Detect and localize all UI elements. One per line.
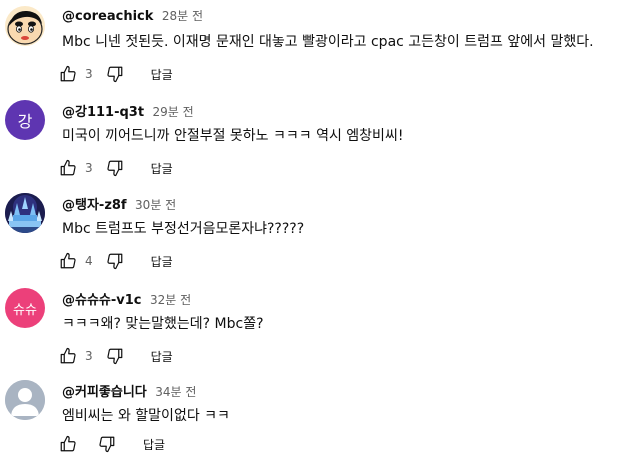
letter-avatar[interactable]: 슈슈	[5, 288, 45, 328]
comment-actions: 3 답글	[58, 346, 173, 366]
thumbs-down-icon[interactable]	[105, 158, 125, 178]
crystal-castle-avatar[interactable]	[5, 193, 45, 233]
reply-button[interactable]: 답글	[151, 160, 173, 177]
comment-item: @coreachick 28분 전 Mbc 니넨 젓된듯. 이재명 문재인 대놓…	[0, 6, 621, 100]
comment-actions: 3 답글	[58, 158, 173, 178]
thumbs-down-icon[interactable]	[97, 434, 117, 454]
comment-time[interactable]: 32분 전	[150, 293, 191, 307]
comment-text: Mbc 니넨 젓된듯. 이재명 문재인 대놓고 빨광이라고 cpac 고든창이 …	[62, 34, 594, 50]
thumbs-down-icon[interactable]	[105, 64, 125, 84]
comment-author[interactable]: @커피좋습니다	[62, 385, 147, 400]
comment-author[interactable]: @강111-q3t	[62, 105, 144, 120]
comment-text: Mbc 트럼프도 부정선거음모론자냐?????	[62, 221, 305, 237]
comment-author[interactable]: @슈슈슈-v1c	[62, 293, 142, 308]
comment-time[interactable]: 28분 전	[162, 9, 203, 23]
reply-button[interactable]: 답글	[143, 436, 165, 453]
comment-item: 강 @강111-q3t 29분 전 미국이 끼어드니까 안절부절 못하노 ㅋㅋㅋ…	[0, 100, 621, 194]
comment-text: 미국이 끼어드니까 안절부절 못하노 ㅋㅋㅋ 역시 엠창비씨!	[62, 128, 404, 144]
comment-item: @커피좋습니다 34분 전 엠비씨는 와 할말이없다 ㅋㅋ 답글	[0, 380, 621, 474]
thumbs-up-icon[interactable]	[58, 434, 78, 454]
thumbs-down-icon[interactable]	[105, 251, 125, 271]
comment-time[interactable]: 34분 전	[155, 385, 196, 399]
reply-button[interactable]: 답글	[151, 66, 173, 83]
like-count: 3	[85, 67, 93, 81]
comment-time[interactable]: 29분 전	[153, 105, 194, 119]
thumbs-up-icon[interactable]	[58, 251, 78, 271]
comment-author[interactable]: @coreachick	[62, 9, 153, 24]
cartoon-boy-avatar[interactable]	[5, 6, 45, 46]
comment-item: @탱자-z8f 30분 전 Mbc 트럼프도 부정선거음모론자냐????? 4 …	[0, 193, 621, 287]
avatar-letter: 슈슈	[13, 302, 37, 318]
comment-time[interactable]: 30분 전	[135, 198, 176, 212]
comment-actions: 4 답글	[58, 251, 173, 271]
reply-button[interactable]: 답글	[151, 348, 173, 365]
default-person-avatar[interactable]	[5, 380, 45, 420]
comment-header: @강111-q3t 29분 전	[62, 101, 194, 121]
reply-button[interactable]: 답글	[151, 253, 173, 270]
comment-header: @커피좋습니다 34분 전	[62, 381, 196, 401]
comment-actions: 3 답글	[58, 64, 173, 84]
thumbs-up-icon[interactable]	[58, 64, 78, 84]
comment-item: 슈슈 @슈슈슈-v1c 32분 전 ㅋㅋㅋ왜? 맞는말했는데? Mbc쫄? 3 …	[0, 288, 621, 382]
comment-header: @coreachick 28분 전	[62, 7, 203, 25]
thumbs-up-icon[interactable]	[58, 158, 78, 178]
comment-author[interactable]: @탱자-z8f	[62, 198, 127, 213]
like-count: 4	[85, 254, 93, 268]
comment-text: 엠비씨는 와 할말이없다 ㅋㅋ	[62, 408, 230, 424]
comment-header: @슈슈슈-v1c 32분 전	[62, 289, 191, 309]
comment-text: ㅋㅋㅋ왜? 맞는말했는데? Mbc쫄?	[62, 316, 264, 332]
thumbs-down-icon[interactable]	[105, 346, 125, 366]
comments-section: @coreachick 28분 전 Mbc 니넨 젓된듯. 이재명 문재인 대놓…	[0, 0, 621, 464]
thumbs-up-icon[interactable]	[58, 346, 78, 366]
letter-avatar[interactable]: 강	[5, 100, 45, 140]
comment-header: @탱자-z8f 30분 전	[62, 194, 176, 214]
like-count: 3	[85, 161, 93, 175]
like-count: 3	[85, 349, 93, 363]
avatar-letter: 강	[17, 112, 33, 131]
comment-actions: 답글	[58, 434, 165, 454]
